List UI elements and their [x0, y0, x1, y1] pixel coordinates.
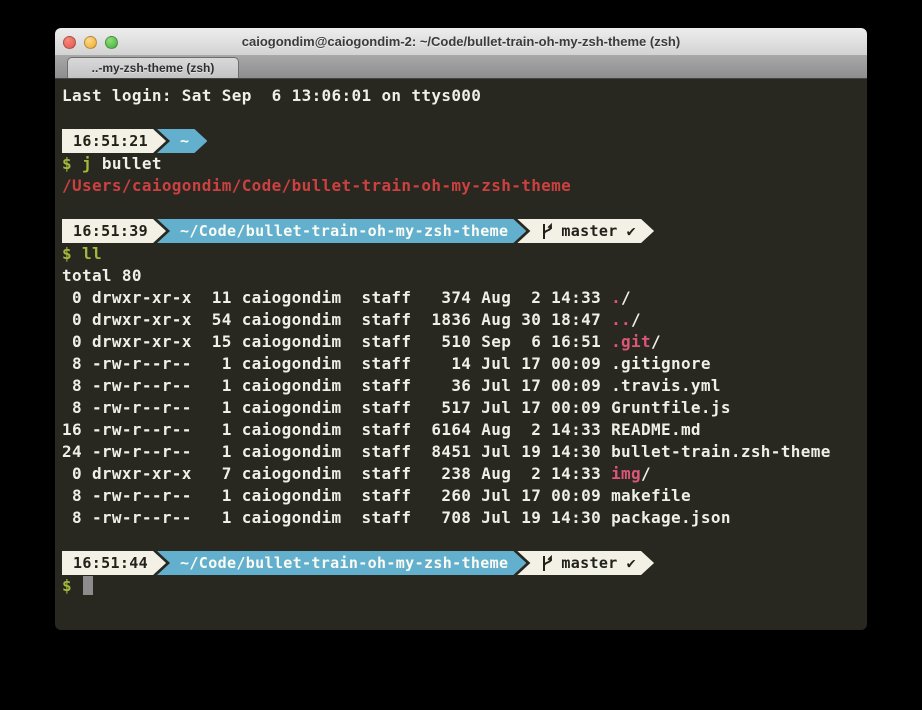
ls-row: 8 -rw-r--r-- 1 caiogondim staff 36 Jul 1… — [62, 375, 861, 397]
file-name: Gruntfile.js — [611, 398, 731, 417]
ls-row: 8 -rw-r--r-- 1 caiogondim staff 708 Jul … — [62, 507, 861, 529]
file-meta: 8 -rw-r--r-- 1 caiogondim staff 36 Jul 1… — [62, 376, 611, 395]
prompt-path: ~ — [180, 130, 189, 152]
prompt-symbol: $ — [62, 576, 82, 595]
file-meta: 16 -rw-r--r-- 1 caiogondim staff 6164 Au… — [62, 420, 611, 439]
ls-listing: 0 drwxr-xr-x 11 caiogondim staff 374 Aug… — [62, 287, 861, 529]
ls-row: 16 -rw-r--r-- 1 caiogondim staff 6164 Au… — [62, 419, 861, 441]
command-args: bullet — [92, 154, 162, 173]
git-branch-icon — [540, 554, 555, 573]
file-name: . — [611, 288, 621, 307]
file-name: .travis.yml — [611, 376, 721, 395]
terminal-tab[interactable]: ..-my-zsh-theme (zsh) — [67, 57, 239, 78]
close-button[interactable] — [63, 36, 76, 49]
dir-slash: / — [641, 464, 651, 483]
zoom-button[interactable] — [105, 36, 118, 49]
prompt-time: 16:51:21 — [73, 130, 148, 152]
file-meta: 0 drwxr-xr-x 7 caiogondim staff 238 Aug … — [62, 464, 611, 483]
command-line: $ ll — [62, 243, 861, 265]
command-line: $ j bullet — [62, 153, 861, 175]
prompt-bar-2: 16:51:39 ~/Code/bullet-train-oh-my-zsh-t… — [62, 219, 861, 243]
file-meta: 8 -rw-r--r-- 1 caiogondim staff 517 Jul … — [62, 398, 611, 417]
traffic-lights — [63, 28, 118, 56]
prompt-path: ~/Code/bullet-train-oh-my-zsh-theme — [180, 552, 508, 574]
file-name: .. — [611, 310, 631, 329]
prompt-path-segment: ~/Code/bullet-train-oh-my-zsh-theme — [153, 551, 526, 575]
prompt-path: ~/Code/bullet-train-oh-my-zsh-theme — [180, 220, 508, 242]
ls-row: 0 drwxr-xr-x 11 caiogondim staff 374 Aug… — [62, 287, 861, 309]
file-name: .git — [611, 332, 651, 351]
file-meta: 8 -rw-r--r-- 1 caiogondim staff 14 Jul 1… — [62, 354, 611, 373]
file-meta: 8 -rw-r--r-- 1 caiogondim staff 260 Jul … — [62, 486, 611, 505]
git-branch-name: master — [561, 552, 617, 574]
file-name: bullet-train.zsh-theme — [611, 442, 831, 461]
git-branch-name: master — [561, 220, 617, 242]
ls-total-line: total 80 — [62, 265, 861, 287]
dir-slash: / — [621, 288, 631, 307]
file-meta: 0 drwxr-xr-x 15 caiogondim staff 510 Sep… — [62, 332, 611, 351]
file-name: .gitignore — [611, 354, 711, 373]
cursor-block — [83, 576, 93, 595]
file-meta: 0 drwxr-xr-x 54 caiogondim staff 1836 Au… — [62, 310, 611, 329]
prompt-time: 16:51:39 — [73, 220, 148, 242]
titlebar[interactable]: caiogondim@caiogondim-2: ~/Code/bullet-t… — [55, 28, 867, 56]
command-text: ll — [82, 244, 102, 263]
current-command-line[interactable]: $ — [62, 575, 861, 597]
prompt-symbol: $ — [62, 244, 82, 263]
prompt-time: 16:51:44 — [73, 552, 148, 574]
file-name: img — [611, 464, 641, 483]
file-meta: 0 drwxr-xr-x 11 caiogondim staff 374 Aug… — [62, 288, 611, 307]
prompt-git-segment: master ✔ — [513, 219, 654, 243]
file-meta: 8 -rw-r--r-- 1 caiogondim staff 708 Jul … — [62, 508, 611, 527]
file-name: makefile — [611, 486, 691, 505]
output-line: /Users/caiogondim/Code/bullet-train-oh-m… — [62, 175, 861, 197]
command-text: j — [82, 154, 92, 173]
prompt-git-segment: master ✔ — [513, 551, 654, 575]
git-clean-check-icon: ✔ — [627, 552, 636, 574]
ls-row: 8 -rw-r--r-- 1 caiogondim staff 260 Jul … — [62, 485, 861, 507]
git-branch-icon — [540, 222, 555, 241]
prompt-time-segment: 16:51:44 — [62, 551, 166, 575]
prompt-bar-3: 16:51:44 ~/Code/bullet-train-oh-my-zsh-t… — [62, 551, 861, 575]
blank-line — [62, 197, 861, 219]
ls-row: 8 -rw-r--r-- 1 caiogondim staff 14 Jul 1… — [62, 353, 861, 375]
dir-slash: / — [651, 332, 661, 351]
ls-row: 0 drwxr-xr-x 7 caiogondim staff 238 Aug … — [62, 463, 861, 485]
window-title: caiogondim@caiogondim-2: ~/Code/bullet-t… — [242, 34, 680, 49]
blank-line — [62, 107, 861, 129]
file-name: package.json — [611, 508, 731, 527]
prompt-time-segment: 16:51:39 — [62, 219, 166, 243]
terminal-window: caiogondim@caiogondim-2: ~/Code/bullet-t… — [55, 28, 867, 630]
prompt-symbol: $ — [62, 154, 82, 173]
minimize-button[interactable] — [84, 36, 97, 49]
file-name: README.md — [611, 420, 701, 439]
ls-row: 8 -rw-r--r-- 1 caiogondim staff 517 Jul … — [62, 397, 861, 419]
tab-bar: ..-my-zsh-theme (zsh) — [55, 56, 867, 79]
last-login-line: Last login: Sat Sep 6 13:06:01 on ttys00… — [62, 85, 861, 107]
terminal-screen[interactable]: Last login: Sat Sep 6 13:06:01 on ttys00… — [55, 79, 867, 630]
prompt-bar-1: 16:51:21 ~ — [62, 129, 861, 153]
tab-label: ..-my-zsh-theme (zsh) — [92, 61, 215, 75]
ls-row: 0 drwxr-xr-x 54 caiogondim staff 1836 Au… — [62, 309, 861, 331]
file-meta: 24 -rw-r--r-- 1 caiogondim staff 8451 Ju… — [62, 442, 611, 461]
blank-line — [62, 529, 861, 551]
git-clean-check-icon: ✔ — [627, 220, 636, 242]
prompt-time-segment: 16:51:21 — [62, 129, 166, 153]
dir-slash: / — [631, 310, 641, 329]
ls-row: 0 drwxr-xr-x 15 caiogondim staff 510 Sep… — [62, 331, 861, 353]
ls-row: 24 -rw-r--r-- 1 caiogondim staff 8451 Ju… — [62, 441, 861, 463]
prompt-path-segment: ~/Code/bullet-train-oh-my-zsh-theme — [153, 219, 526, 243]
